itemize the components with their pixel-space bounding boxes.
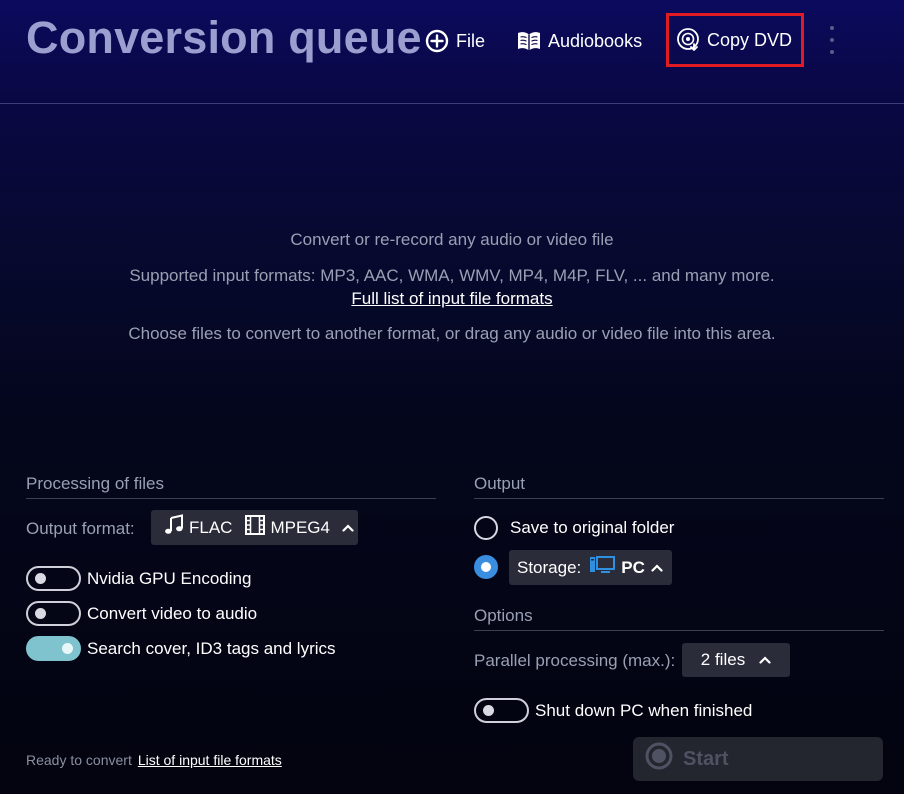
search-cover-toggle[interactable] — [26, 636, 81, 661]
options-heading: Options — [474, 606, 884, 631]
start-button[interactable]: Start — [633, 737, 883, 781]
save-original-option: Save to original folder — [474, 516, 674, 540]
parallel-processing-label: Parallel processing (max.): — [474, 651, 676, 670]
convert-video-label: Convert video to audio — [87, 603, 258, 623]
audiobooks-label: Audiobooks — [548, 30, 643, 51]
drop-area-hint: Choose files to convert to another forma… — [128, 324, 776, 343]
shutdown-toggle[interactable] — [474, 698, 529, 723]
audiobooks-button[interactable]: Audiobooks — [516, 26, 642, 56]
parallel-processing-selector[interactable]: 2 files — [682, 643, 790, 677]
start-label: Start — [683, 747, 729, 770]
drop-area-intro: Convert or re-record any audio or video … — [290, 230, 614, 249]
full-format-list-container: Full list of input file formats — [0, 289, 904, 309]
search-cover-label: Search cover, ID3 tags and lyrics — [87, 638, 336, 658]
save-original-label: Save to original folder — [510, 518, 675, 537]
film-strip-icon — [244, 514, 266, 541]
plus-circle-icon — [424, 28, 450, 54]
storage-option — [474, 555, 498, 579]
add-file-button[interactable]: File — [424, 26, 485, 56]
copy-dvd-button[interactable]: Copy DVD — [666, 13, 804, 67]
page-title: Conversion queue — [26, 12, 422, 63]
chevron-up-icon — [342, 518, 354, 538]
nvidia-gpu-option: Nvidia GPU Encoding — [26, 566, 251, 591]
add-file-label: File — [456, 30, 486, 51]
copy-dvd-label: Copy DVD — [707, 29, 793, 50]
shutdown-option: Shut down PC when finished — [474, 698, 752, 723]
nvidia-gpu-toggle[interactable] — [26, 566, 81, 591]
book-icon — [516, 28, 542, 54]
start-record-icon — [645, 742, 673, 776]
parallel-processing-value: 2 files — [700, 650, 746, 669]
status-text: Ready to convert — [26, 752, 132, 768]
disc-copy-icon — [676, 27, 702, 53]
shutdown-label: Shut down PC when finished — [535, 700, 753, 720]
processing-heading: Processing of files — [26, 474, 436, 499]
storage-value: PC — [621, 557, 645, 577]
status-bar: Ready to convert List of input file form… — [26, 752, 282, 768]
convert-video-option: Convert video to audio — [26, 601, 257, 626]
header-bar: Conversion queue File Audiobooks Copy DV… — [0, 0, 904, 104]
convert-video-toggle[interactable] — [26, 601, 81, 626]
supported-formats-text: Supported input formats: MP3, AAC, WMA, … — [129, 266, 775, 285]
save-original-radio[interactable] — [474, 516, 498, 540]
output-format-label: Output format: — [26, 519, 135, 538]
storage-label: Storage: — [517, 557, 582, 577]
video-format-value: MPEG4 — [270, 517, 330, 537]
chevron-up-icon — [759, 650, 771, 670]
nvidia-gpu-label: Nvidia GPU Encoding — [87, 568, 252, 588]
output-format-selector[interactable]: FLAC MPEG4 — [151, 510, 358, 545]
output-heading: Output — [474, 474, 884, 499]
search-cover-option: Search cover, ID3 tags and lyrics — [26, 636, 336, 661]
chevron-up-icon — [651, 558, 663, 578]
full-format-list-link[interactable]: Full list of input file formats — [351, 289, 552, 308]
more-options-icon[interactable] — [828, 26, 836, 54]
computer-icon — [589, 555, 616, 580]
storage-selector[interactable]: Storage: PC — [509, 550, 672, 585]
storage-radio[interactable] — [474, 555, 498, 579]
music-note-icon — [163, 514, 185, 541]
audio-format-value: FLAC — [189, 517, 233, 537]
input-formats-link[interactable]: List of input file formats — [138, 752, 282, 768]
